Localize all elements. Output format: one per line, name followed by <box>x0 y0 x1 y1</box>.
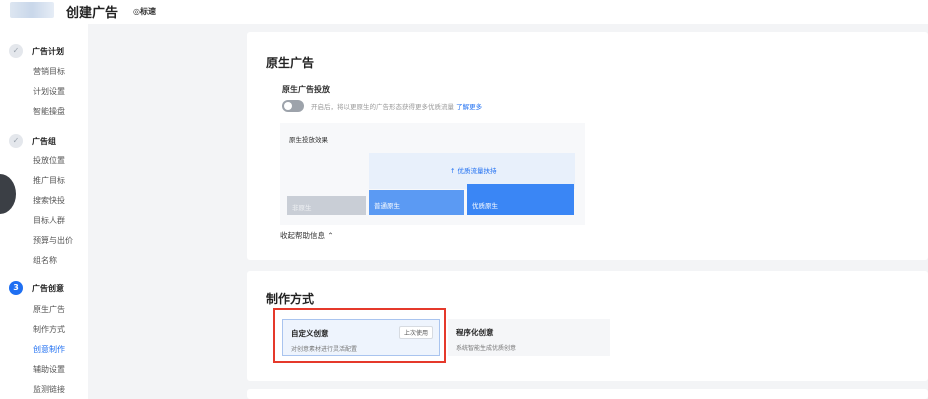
sidebar-item-budget-bid[interactable]: 预算与出价 <box>33 235 73 246</box>
collapse-help-button[interactable]: 收起帮助信息 ⌃ <box>280 230 334 241</box>
bar-non-native: 非原生 <box>287 196 366 215</box>
step-number-icon: 3 <box>9 281 23 295</box>
sidebar-item-aux-settings[interactable]: 辅助设置 <box>33 364 65 375</box>
sidebar: ✓ 广告计划 营销目标 计划设置 智能操盘 ✓ 广告组 投放位置 推广目标 搜索… <box>0 24 88 399</box>
sidebar-item-promo-target[interactable]: 推广目标 <box>33 175 65 186</box>
sidebar-item-search-quick[interactable]: 搜索快投 <box>33 195 65 206</box>
step-title-ad-plan[interactable]: 广告计划 <box>32 46 64 57</box>
programmatic-creative-option[interactable]: 程序化创意 系统智能生成优质创意 <box>448 319 610 356</box>
page-title: 创建广告 <box>66 6 119 21</box>
learn-more-link[interactable]: 了解更多 <box>456 103 482 111</box>
custom-creative-option[interactable]: 自定义创意 上次使用 对创意素材进行灵活配置 <box>282 319 440 356</box>
last-used-badge: 上次使用 <box>398 326 433 339</box>
check-icon: ✓ <box>9 44 23 58</box>
bar-normal-native: 普通原生 <box>369 190 464 215</box>
mode-badge: ◎标速 <box>133 7 156 16</box>
sidebar-item-native-ad[interactable]: 原生广告 <box>33 304 65 315</box>
option-title: 程序化创意 <box>456 328 494 337</box>
top-bar: 创建广告 ◎标速 <box>0 0 928 24</box>
sidebar-item-group-name[interactable]: 组名称 <box>33 255 57 266</box>
production-title: 制作方式 <box>266 292 315 306</box>
sidebar-item-plan-settings[interactable]: 计划设置 <box>33 86 65 97</box>
toggle-description: 开启后，将以更原生的广告形态获得更多优质流量 了解更多 <box>311 101 482 111</box>
bar-quality-native: 优质原生 <box>467 184 574 215</box>
sidebar-item-placement[interactable]: 投放位置 <box>33 155 65 166</box>
toggle-desc-text: 开启后，将以更原生的广告形态获得更多优质流量 <box>311 103 454 111</box>
check-icon: ✓ <box>9 134 23 148</box>
next-card <box>247 389 928 399</box>
native-ad-title: 原生广告 <box>266 56 315 70</box>
toggle-knob <box>284 102 292 110</box>
option-desc: 系统智能生成优质创意 <box>456 345 517 352</box>
step-title-ad-creative[interactable]: 广告创意 <box>32 283 64 294</box>
sidebar-item-tracking-link[interactable]: 监测链接 <box>33 384 65 395</box>
effect-title: 原生投放效果 <box>289 136 328 144</box>
sidebar-item-marketing-goal[interactable]: 营销目标 <box>33 66 65 77</box>
step-title-ad-group[interactable]: 广告组 <box>32 136 56 147</box>
option-title: 自定义创意 <box>291 329 329 338</box>
native-ad-toggle[interactable] <box>282 100 304 112</box>
boost-label: ↑ 优质流量扶持 <box>450 167 497 175</box>
sidebar-item-creative-production[interactable]: 创意制作 <box>33 344 65 355</box>
sidebar-item-smart-ops[interactable]: 智能操盘 <box>33 106 65 117</box>
sidebar-item-audience[interactable]: 目标人群 <box>33 215 65 226</box>
native-ad-subtitle: 原生广告投放 <box>282 85 330 94</box>
sidebar-item-production-method[interactable]: 制作方式 <box>33 324 65 335</box>
logo <box>10 2 54 18</box>
option-desc: 对创意素材进行灵活配置 <box>291 346 358 353</box>
